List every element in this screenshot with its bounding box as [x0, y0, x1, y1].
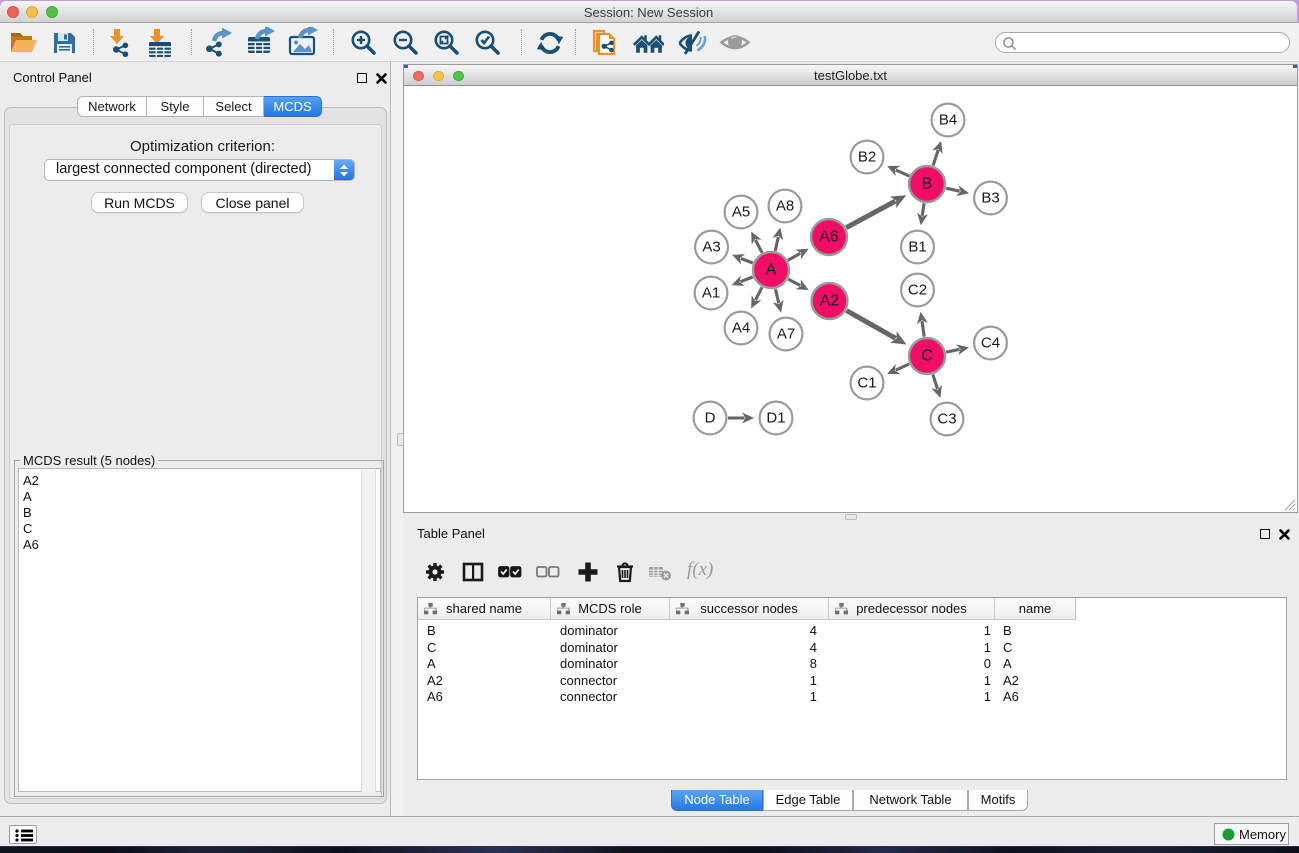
svg-text:A8: A8	[776, 198, 794, 215]
svg-text:A5: A5	[732, 204, 750, 221]
svg-text:A7: A7	[777, 326, 795, 343]
svg-text:D1: D1	[766, 410, 785, 427]
svg-text:A1: A1	[702, 285, 720, 302]
svg-text:A4: A4	[732, 320, 750, 337]
svg-text:A: A	[766, 262, 777, 279]
svg-text:C2: C2	[908, 282, 927, 299]
svg-text:C1: C1	[857, 375, 876, 392]
svg-text:B2: B2	[858, 149, 876, 166]
svg-text:D: D	[705, 410, 716, 427]
svg-text:A2: A2	[820, 293, 840, 310]
svg-text:A6: A6	[819, 229, 839, 246]
svg-text:B3: B3	[981, 190, 999, 207]
svg-text:B: B	[922, 176, 933, 193]
svg-text:C: C	[921, 348, 933, 365]
svg-text:B4: B4	[939, 112, 957, 129]
svg-text:C4: C4	[981, 335, 1000, 352]
svg-text:B1: B1	[908, 239, 926, 256]
svg-text:A3: A3	[702, 239, 720, 256]
svg-text:C3: C3	[937, 411, 956, 428]
